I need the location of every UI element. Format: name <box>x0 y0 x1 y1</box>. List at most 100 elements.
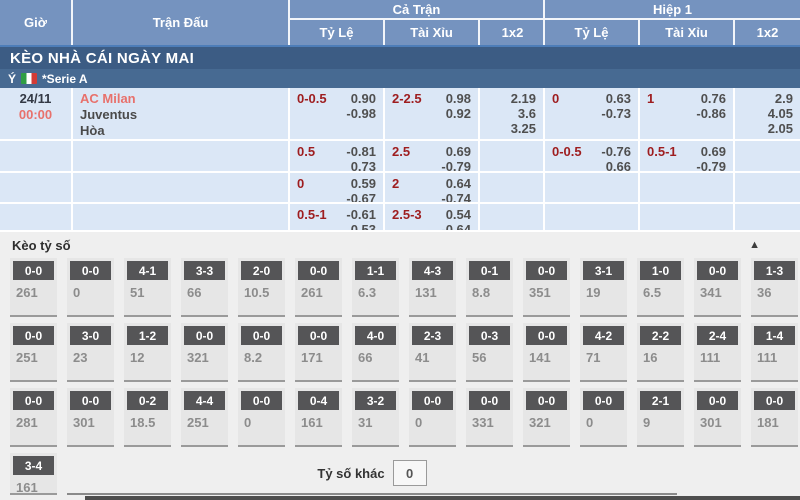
score-odds-box[interactable]: 0-356 <box>466 323 513 382</box>
score-odds-box[interactable]: 4-066 <box>352 323 399 382</box>
score-odds-box[interactable]: 0-0171 <box>295 323 342 382</box>
league-name: *Serie A <box>42 72 88 86</box>
score-odds-box[interactable]: 0-08.2 <box>238 323 285 382</box>
score-chip: 0-0 <box>184 326 225 345</box>
score-odds-box[interactable]: 1-4111 <box>751 323 798 382</box>
score-odds-value: 8.2 <box>238 345 285 365</box>
ft-overunder-odds[interactable]: 2.5-30.54-0.64 <box>385 204 480 230</box>
score-odds-value: 261 <box>295 280 342 300</box>
odds-value: -0.76 <box>582 144 631 159</box>
score-odds-box[interactable]: 0-00 <box>67 258 114 317</box>
score-odds-box[interactable]: 2-010.5 <box>238 258 285 317</box>
score-odds-box[interactable]: 2-341 <box>409 323 456 382</box>
score-odds-value: 31 <box>352 410 399 430</box>
ft-1x2-odds[interactable]: 2.193.63.25 <box>480 88 545 139</box>
score-odds-box[interactable]: 2-19 <box>637 388 684 447</box>
score-odds-box[interactable]: 0-00 <box>238 388 285 447</box>
score-chip: 0-0 <box>754 391 795 410</box>
score-odds-box[interactable]: 3-023 <box>67 323 114 382</box>
score-chip: 1-2 <box>127 326 168 345</box>
h1-overunder-odds[interactable]: 0.5-10.69-0.79 <box>640 141 735 171</box>
score-odds-box[interactable]: 4-271 <box>580 323 627 382</box>
score-odds-box[interactable]: 0-0261 <box>10 258 57 317</box>
score-odds-box[interactable]: 0-0281 <box>10 388 57 447</box>
score-odds-box[interactable]: 3-4161 <box>10 453 57 495</box>
odds-values: 0.980.92 <box>422 91 471 121</box>
score-odds-box[interactable]: 0-0181 <box>751 388 798 447</box>
odds-value: -0.79 <box>410 159 471 171</box>
score-odds-box[interactable]: 0-0321 <box>181 323 228 382</box>
odds-value: -0.81 <box>315 144 376 159</box>
score-odds-box[interactable]: 1-212 <box>124 323 171 382</box>
match-time-cell <box>0 204 73 230</box>
score-chip: 0-0 <box>13 261 54 280</box>
score-odds-box[interactable]: 2-4111 <box>694 323 741 382</box>
score-odds-box[interactable]: 0-00 <box>409 388 456 447</box>
score-odds-box[interactable]: 0-0261 <box>295 258 342 317</box>
score-odds-box[interactable]: 1-336 <box>751 258 798 317</box>
h1-handicap-odds[interactable]: 00.63-0.73 <box>545 88 640 139</box>
ft-handicap-odds[interactable]: 0.5-0.810.73 <box>290 141 385 171</box>
score-odds-box[interactable]: 0-0301 <box>694 388 741 447</box>
correct-score-header[interactable]: Kèo tỷ số ▲ <box>0 232 800 256</box>
match-time: 00:00 <box>7 107 64 123</box>
odds-row: 0.5-0.810.732.50.69-0.790-0.5-0.760.660.… <box>0 141 800 173</box>
odds-values: 0.54-0.64 <box>422 207 471 230</box>
score-odds-box[interactable]: 4-3131 <box>409 258 456 317</box>
score-odds-box[interactable]: 0-0331 <box>466 388 513 447</box>
score-chip: 2-3 <box>412 326 453 345</box>
score-chip: 0-0 <box>583 391 624 410</box>
score-odds-box[interactable]: 4-4251 <box>181 388 228 447</box>
odds-value: 0.98 <box>422 91 471 106</box>
score-odds-value: 0 <box>409 410 456 430</box>
score-odds-value: 10.5 <box>238 280 285 300</box>
h1-overunder-odds[interactable]: 10.76-0.86 <box>640 88 735 139</box>
score-odds-box[interactable]: 0-0301 <box>67 388 114 447</box>
h1-1x2-odds[interactable]: 2.94.052.05 <box>735 88 800 139</box>
match-teams-cell[interactable]: AC MilanJuventusHòa <box>73 88 290 139</box>
ft-handicap-odds[interactable]: 00.59-0.67 <box>290 173 385 202</box>
score-odds-box[interactable]: 0-0141 <box>523 323 570 382</box>
score-chip: 0-4 <box>298 391 339 410</box>
collapse-icon[interactable]: ▲ <box>749 239 760 251</box>
h1-handicap-odds[interactable]: 0-0.5-0.760.66 <box>545 141 640 171</box>
odds-values: -0.610.53 <box>327 207 376 230</box>
h1-1x2-odds <box>735 173 800 202</box>
score-odds-box[interactable]: 4-151 <box>124 258 171 317</box>
score-chip: 1-3 <box>754 261 795 280</box>
ft-handicap-odds[interactable]: 0.5-1-0.610.53 <box>290 204 385 230</box>
score-odds-box[interactable]: 0-0351 <box>523 258 570 317</box>
league-row[interactable]: Ý *Serie A <box>0 69 800 88</box>
ft-overunder-odds[interactable]: 20.64-0.74 <box>385 173 480 202</box>
handicap-label: 1 <box>647 91 654 106</box>
score-odds-box[interactable]: 3-119 <box>580 258 627 317</box>
other-score-value[interactable]: 0 <box>393 460 427 486</box>
score-odds-box[interactable]: 0-00 <box>580 388 627 447</box>
score-odds-box[interactable]: 0-18.8 <box>466 258 513 317</box>
score-odds-box[interactable]: 0-4161 <box>295 388 342 447</box>
score-odds-box[interactable]: 0-0321 <box>523 388 570 447</box>
score-odds-box[interactable]: 3-231 <box>352 388 399 447</box>
score-odds-value: 301 <box>694 410 741 430</box>
betting-odds-page: Giờ Trận Đấu Cả Trận Tỷ Lệ Tài Xỉu 1x2 H… <box>0 0 800 500</box>
odds-value: -0.74 <box>399 191 471 202</box>
score-odds-value: 251 <box>181 410 228 430</box>
score-chip: 0-0 <box>241 391 282 410</box>
handicap-label: 0 <box>552 91 559 106</box>
ft-handicap-odds[interactable]: 0-0.50.90-0.98 <box>290 88 385 139</box>
other-score-box[interactable]: Tỷ số khác0 <box>67 453 677 495</box>
score-odds-value: 71 <box>580 345 627 365</box>
correct-score-title: Kèo tỷ số <box>12 238 71 253</box>
ft-overunder-odds[interactable]: 2-2.50.980.92 <box>385 88 480 139</box>
score-odds-box[interactable]: 2-216 <box>637 323 684 382</box>
score-odds-box[interactable]: 1-06.5 <box>637 258 684 317</box>
score-odds-box[interactable]: 0-0251 <box>10 323 57 382</box>
odds-values: 0.69-0.79 <box>677 144 726 171</box>
score-odds-box[interactable]: 0-0341 <box>694 258 741 317</box>
score-odds-box[interactable]: 3-366 <box>181 258 228 317</box>
group-header-first-half: Hiệp 1 <box>545 0 800 20</box>
ft-overunder-odds[interactable]: 2.50.69-0.79 <box>385 141 480 171</box>
score-odds-box[interactable]: 1-16.3 <box>352 258 399 317</box>
score-row: 0-02513-0231-2120-03210-08.20-01714-0662… <box>10 323 800 382</box>
score-odds-box[interactable]: 0-218.5 <box>124 388 171 447</box>
